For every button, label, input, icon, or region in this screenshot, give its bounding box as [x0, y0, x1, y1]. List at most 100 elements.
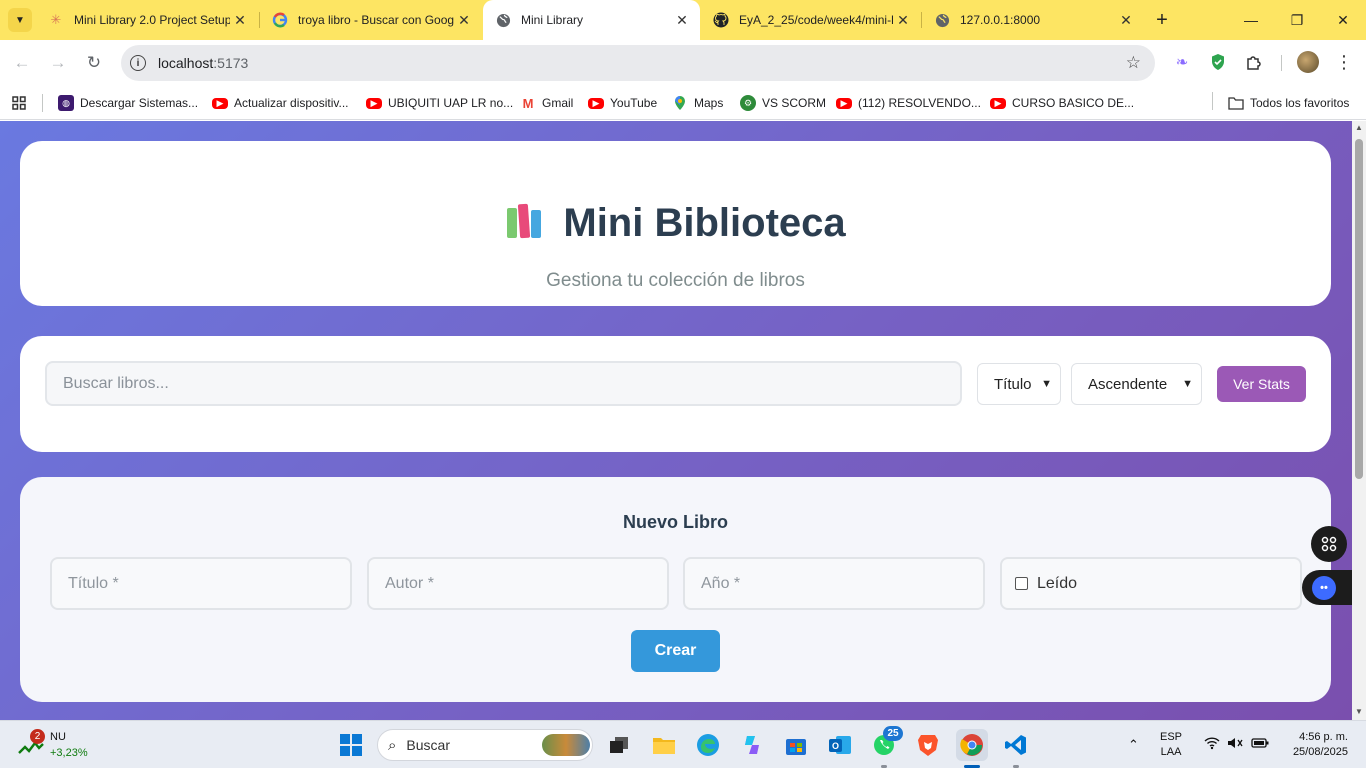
microsoft-store-icon[interactable]	[780, 729, 812, 761]
stock-name: NU	[50, 731, 66, 743]
bookmark-resolvendo[interactable]: ▶ (112) RESOLVENDO...	[836, 93, 981, 113]
keyboard-layout: LAA	[1160, 746, 1182, 758]
youtube-icon: ▶	[212, 97, 228, 109]
clock-date: 25/08/2025	[1292, 746, 1348, 758]
title-input[interactable]: Título *	[50, 557, 352, 610]
search-input[interactable]: Buscar libros...	[45, 361, 962, 406]
reload-button[interactable]: ↻	[80, 49, 108, 77]
tab-localhost-8000[interactable]: 127.0.0.1:8000 ✕	[922, 0, 1144, 40]
bookmark-actualizar[interactable]: ▶ Actualizar dispositiv...	[212, 93, 349, 113]
author-input[interactable]: Autor *	[367, 557, 669, 610]
tab-mini-library[interactable]: Mini Library ✕	[483, 0, 700, 40]
chrome-icon[interactable]	[956, 729, 988, 761]
volume-muted-icon[interactable]	[1227, 736, 1243, 753]
bookmark-label: CURSO BASICO DE...	[1012, 96, 1135, 110]
file-explorer-icon[interactable]	[648, 729, 680, 761]
robot-icon: ••	[1312, 575, 1336, 600]
outlook-icon[interactable]: O	[824, 729, 856, 761]
stock-widget[interactable]: 2 NU +3,23%	[18, 729, 98, 763]
grid-icon	[1321, 536, 1337, 552]
close-icon[interactable]: ✕	[230, 10, 250, 30]
floating-assistant-tab[interactable]: ••	[1302, 570, 1352, 605]
bookmark-ubiquiti[interactable]: ▶ UBIQUITI UAP LR no...	[366, 93, 513, 113]
bookmark-vs-scorm[interactable]: ⚙ VS SCORM	[740, 93, 826, 113]
create-button[interactable]: Crear	[631, 630, 720, 672]
chevron-down-icon: ▼	[15, 14, 25, 26]
page-scrollbar[interactable]: ▲ ▼	[1352, 121, 1366, 720]
view-stats-button[interactable]: Ver Stats	[1217, 366, 1306, 402]
forward-button[interactable]: →	[44, 49, 72, 77]
windows-start-icon[interactable]	[335, 729, 367, 761]
tab-google-search[interactable]: troya libro - Buscar con Google ✕	[260, 0, 482, 40]
bookmark-youtube[interactable]: ▶ YouTube	[588, 93, 657, 113]
vscode-icon[interactable]	[1000, 729, 1032, 761]
url-text: localhost:5173	[158, 55, 248, 71]
tab-mini-library-setup[interactable]: ✳ Mini Library 2.0 Project Setup ✕	[36, 0, 258, 40]
site-info-icon[interactable]: i	[130, 55, 146, 71]
brave-icon[interactable]	[912, 729, 944, 761]
close-icon[interactable]: ✕	[1116, 10, 1136, 30]
whatsapp-icon[interactable]: 25	[868, 726, 903, 761]
page-title: Mini Biblioteca	[20, 199, 1331, 247]
sort-field-select[interactable]: Título ▼	[977, 363, 1061, 405]
restore-button[interactable]: ❐	[1274, 0, 1320, 40]
page-title-text: Mini Biblioteca	[563, 201, 846, 245]
read-checkbox-field[interactable]: Leído	[1000, 557, 1302, 610]
minimize-button[interactable]: —	[1228, 0, 1274, 40]
task-view-icon[interactable]	[603, 729, 635, 761]
bookmark-descargar-sistemas[interactable]: ◍ Descargar Sistemas...	[58, 93, 198, 113]
clock[interactable]: 4:56 p. m. 25/08/2025	[1282, 731, 1348, 758]
year-input[interactable]: Año *	[683, 557, 985, 610]
claude-icon: ✳	[50, 12, 62, 27]
address-bar[interactable]: i localhost:5173 ☆	[121, 45, 1155, 81]
scroll-up-arrow[interactable]: ▲	[1354, 123, 1364, 132]
bookmark-gmail[interactable]: M Gmail	[520, 93, 573, 113]
more-menu-icon[interactable]: ⋮	[1334, 51, 1354, 73]
tab-title: Mini Library	[521, 13, 584, 27]
back-button[interactable]: ←	[8, 49, 36, 77]
tab-title: EyA_2_25/code/week4/mini-library	[739, 13, 893, 27]
edge-icon[interactable]	[692, 729, 724, 761]
scrollbar-thumb[interactable]	[1355, 139, 1363, 479]
shield-extension-icon[interactable]	[1207, 51, 1229, 73]
wifi-icon[interactable]	[1204, 736, 1220, 753]
chevron-up-icon[interactable]: ⌃	[1128, 737, 1139, 753]
tab-title: 127.0.0.1:8000	[960, 13, 1041, 27]
clock-time: 4:56 p. m.	[1299, 731, 1348, 743]
all-bookmarks-folder[interactable]: Todos los favoritos	[1228, 93, 1349, 113]
bookmark-curso-basico[interactable]: ▶ CURSO BASICO DE...	[990, 93, 1134, 113]
copilot-icon[interactable]	[736, 729, 768, 761]
read-label: Leído	[1037, 574, 1078, 592]
floating-grid-button[interactable]	[1311, 526, 1347, 562]
maps-icon	[672, 95, 688, 111]
new-book-form: Nuevo Libro Título * Autor * Año * Leído…	[20, 477, 1331, 702]
page-subtitle: Gestiona tu colección de libros	[546, 270, 805, 291]
close-icon[interactable]: ✕	[454, 10, 474, 30]
close-icon[interactable]: ✕	[672, 10, 692, 30]
feather-extension-icon[interactable]: ❧	[1171, 51, 1193, 73]
language-indicator[interactable]: ESP LAA	[1160, 731, 1182, 758]
globe-icon	[934, 12, 950, 28]
bookmark-star-icon[interactable]: ☆	[1126, 53, 1141, 73]
scorm-icon: ⚙	[740, 95, 756, 111]
youtube-icon: ▶	[990, 97, 1006, 109]
books-icon	[505, 200, 549, 240]
new-tab-button[interactable]: +	[1150, 8, 1174, 32]
scroll-down-arrow[interactable]: ▼	[1354, 707, 1364, 716]
bookmark-separator	[1212, 92, 1213, 110]
tab-search-button[interactable]: ▼	[8, 8, 32, 32]
profile-avatar[interactable]	[1297, 51, 1319, 73]
close-icon[interactable]: ✕	[893, 10, 913, 30]
url-port: :5173	[213, 55, 249, 71]
battery-icon[interactable]	[1251, 737, 1269, 752]
tab-title: troya libro - Buscar con Google	[298, 13, 454, 27]
taskbar-search[interactable]: ⌕ Buscar	[377, 729, 593, 761]
tab-github[interactable]: EyA_2_25/code/week4/mini-library ✕	[701, 0, 921, 40]
apps-grid-icon[interactable]	[12, 93, 26, 113]
bookmark-maps[interactable]: Maps	[672, 93, 723, 113]
extensions-puzzle-icon[interactable]	[1243, 51, 1265, 73]
close-window-button[interactable]: ✕	[1320, 0, 1366, 40]
read-checkbox[interactable]	[1015, 577, 1028, 590]
sort-order-select[interactable]: Ascendente ▼	[1071, 363, 1202, 405]
bookmark-label: VS SCORM	[762, 96, 827, 110]
